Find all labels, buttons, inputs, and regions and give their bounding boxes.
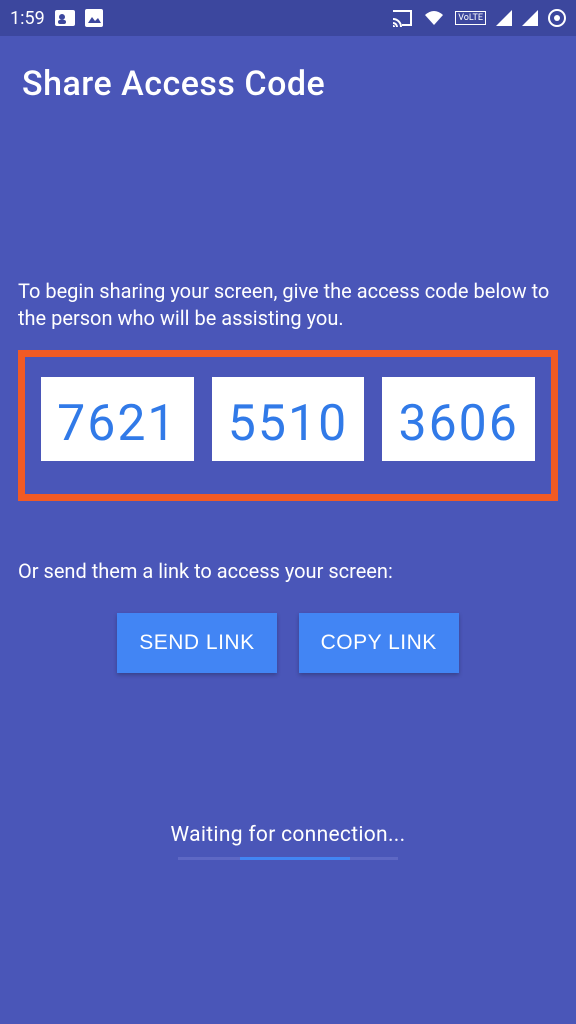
instruction-or-send: Or send them a link to access your scree…	[18, 559, 558, 583]
instruction-begin: To begin sharing your screen, give the a…	[18, 278, 558, 332]
code-segment-2: 5510	[212, 377, 365, 464]
wifi-icon	[423, 9, 445, 27]
status-time: 1:59	[10, 8, 45, 29]
waiting-section: Waiting for connection...	[18, 823, 558, 860]
contact-card-icon	[55, 10, 75, 26]
location-icon	[548, 9, 566, 27]
signal-icon	[496, 10, 512, 26]
progress-bar	[178, 857, 398, 860]
image-icon	[85, 9, 103, 27]
waiting-text: Waiting for connection...	[18, 823, 558, 847]
copy-link-button[interactable]: COPY LINK	[299, 613, 459, 673]
volte-badge: VoLTE	[455, 11, 486, 25]
code-segment-1: 7621	[41, 377, 194, 464]
page-title: Share Access Code	[22, 64, 554, 104]
cast-icon	[391, 9, 413, 27]
send-link-button[interactable]: SEND LINK	[117, 613, 276, 673]
header: Share Access Code	[0, 36, 576, 118]
button-row: SEND LINK COPY LINK	[18, 613, 558, 673]
access-code-frame: 7621 5510 3606	[18, 350, 558, 501]
status-bar: 1:59 VoLTE	[0, 0, 576, 36]
code-segment-3: 3606	[382, 377, 535, 464]
signal2-icon	[522, 10, 538, 26]
